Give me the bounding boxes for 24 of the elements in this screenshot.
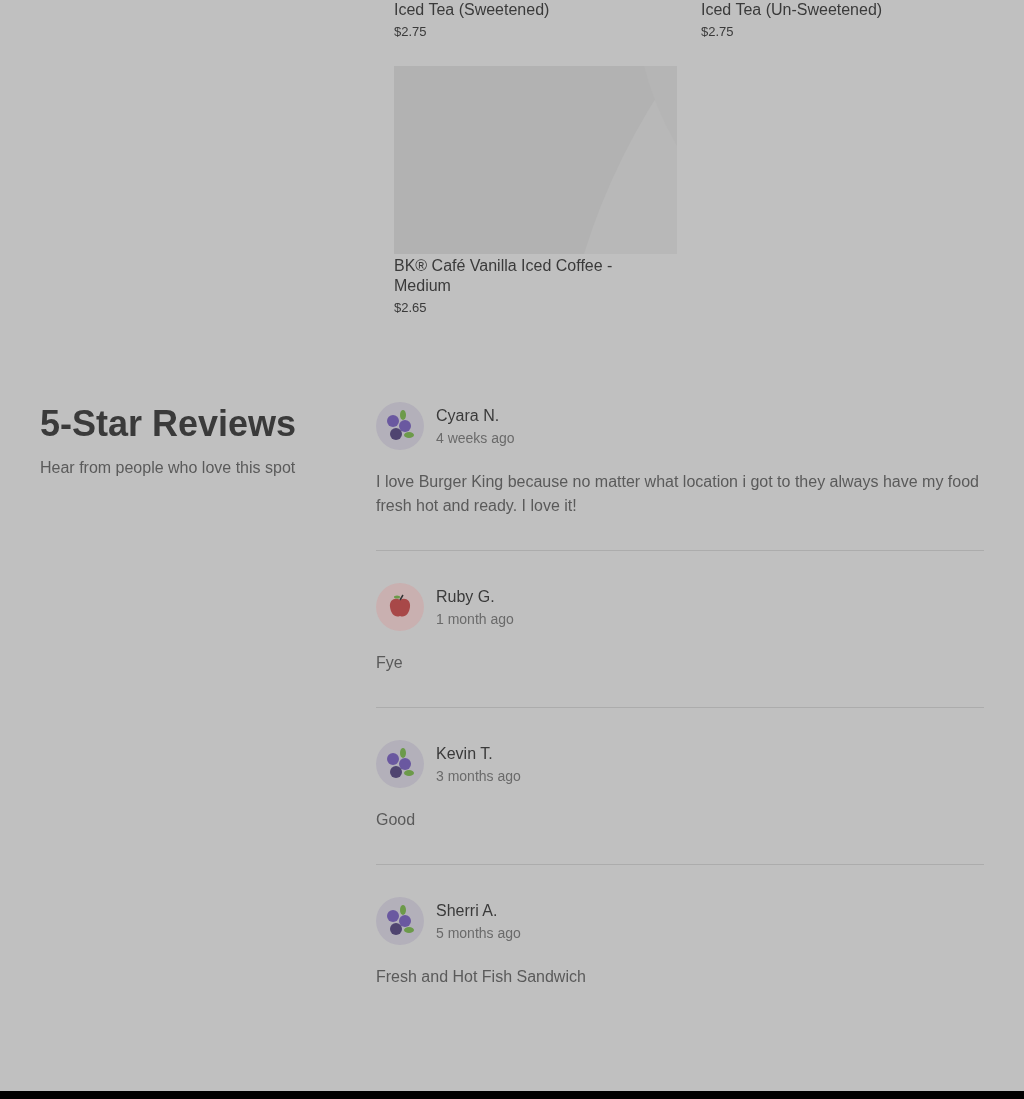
product-name[interactable]: Iced Tea (Sweetened) (394, 0, 634, 20)
review-time: 3 months ago (436, 767, 521, 786)
section-subtitle: Hear from people who love this spot (40, 458, 297, 478)
product-price: $2.75 (394, 23, 428, 41)
blueberry-avatar-icon (376, 897, 424, 945)
blueberry-avatar-icon (376, 740, 424, 788)
product-price: $2.65 (394, 299, 428, 317)
reviewer-name: Sherri A. (436, 901, 499, 921)
review-time: 4 weeks ago (436, 429, 515, 448)
review-time: 5 months ago (436, 924, 521, 943)
apple-avatar-icon (376, 583, 424, 631)
review-text: Good (376, 810, 417, 830)
review-text: I love Burger King because no matter what location i got to they always have my food fresh hot and ready. I love it! (376, 472, 980, 516)
review-text: Fye (376, 653, 404, 673)
product-price: $2.75 (701, 23, 735, 41)
section-title: 5-Star Reviews (40, 402, 298, 446)
review-text: Fresh and Hot Fish Sandwich (376, 967, 587, 987)
reviewer-name: Kevin T. (436, 744, 494, 764)
blueberry-avatar-icon (376, 402, 424, 450)
reviewer-name: Ruby G. (436, 587, 496, 607)
product-name[interactable]: BK® Café Vanilla Iced Coffee - Medium (394, 256, 634, 296)
product-name[interactable]: Iced Tea (Un-Sweetened) (701, 0, 941, 20)
review-time: 1 month ago (436, 610, 514, 629)
reviewer-name: Cyara N. (436, 406, 501, 426)
